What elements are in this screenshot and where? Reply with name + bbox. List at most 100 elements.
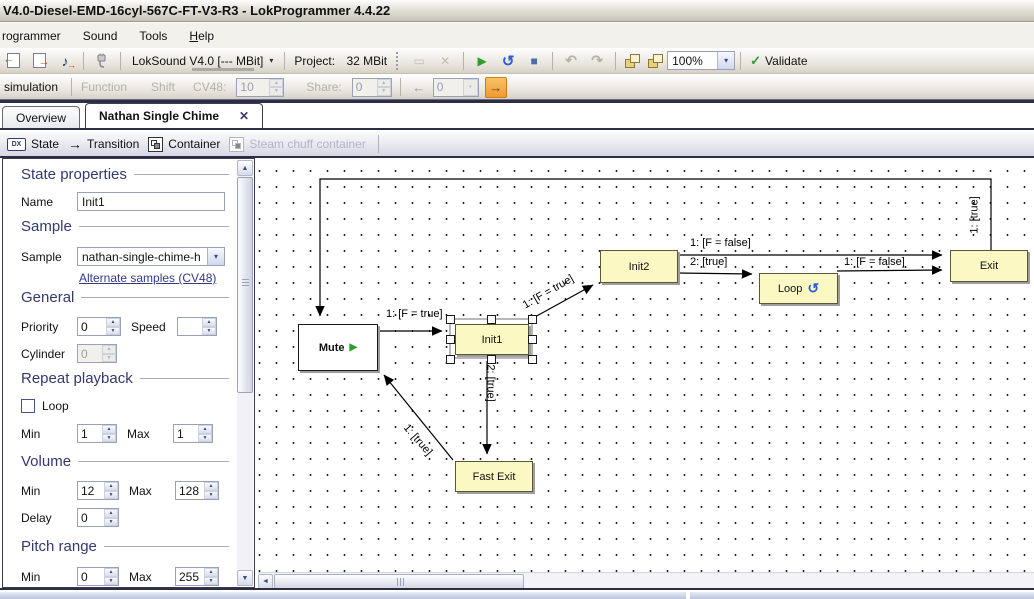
scroll-down-icon: ▼ bbox=[242, 575, 249, 582]
menu-programmer[interactable]: rogrammer bbox=[0, 25, 72, 47]
menu-tools[interactable]: Tools bbox=[128, 25, 178, 47]
spin-up-icon[interactable]: ▲ bbox=[104, 568, 118, 577]
panel-vertical-scrollbar[interactable]: ▲ ▼ bbox=[237, 160, 253, 586]
state-node-mute[interactable]: Mute ▶ bbox=[298, 324, 378, 371]
programmer-device-button[interactable] bbox=[89, 50, 115, 72]
selection-handle[interactable] bbox=[446, 335, 455, 344]
speed-stepper[interactable]: ▲▼ bbox=[177, 317, 217, 336]
play-button[interactable]: ▶ bbox=[469, 50, 495, 72]
selection-handle[interactable] bbox=[446, 355, 455, 364]
alternate-samples-link[interactable]: Alternate samples (CV48) bbox=[79, 271, 216, 285]
loop-playback-button[interactable]: ↺ bbox=[495, 50, 521, 72]
stop-button[interactable]: ■ bbox=[521, 50, 547, 72]
volume-max-stepper[interactable]: 128 ▲▼ bbox=[175, 481, 219, 500]
transition-label[interactable]: 1: [F = false] bbox=[690, 237, 751, 249]
add-container-tool[interactable]: Container bbox=[146, 135, 227, 154]
close-icon[interactable]: ✕ bbox=[239, 109, 249, 123]
priority-value[interactable]: 0 bbox=[78, 318, 106, 335]
step-forward-button[interactable]: → bbox=[485, 77, 507, 98]
repeat-max-stepper[interactable]: 1 ▲▼ bbox=[173, 424, 213, 443]
spin-down-icon[interactable]: ▼ bbox=[106, 327, 120, 336]
pitch-max-value[interactable]: 255 bbox=[176, 568, 204, 585]
spin-down-icon[interactable]: ▼ bbox=[204, 491, 218, 500]
selection-handle[interactable] bbox=[528, 315, 537, 324]
delay-stepper[interactable]: 0 ▲▼ bbox=[77, 508, 119, 527]
spin-down-icon[interactable]: ▼ bbox=[104, 491, 118, 500]
transition-label[interactable]: 1: [F = true] bbox=[386, 308, 443, 320]
pitch-min-stepper[interactable]: 0 ▲▼ bbox=[77, 567, 119, 586]
state-node-init2[interactable]: Init2 bbox=[600, 250, 678, 283]
open-file-button[interactable]: → bbox=[0, 50, 26, 72]
pitch-min-value[interactable]: 0 bbox=[78, 568, 104, 585]
priority-stepper[interactable]: 0 ▲▼ bbox=[77, 317, 121, 336]
chevron-down-icon[interactable]: ▾ bbox=[207, 248, 224, 265]
transition-label[interactable]: 2: [true] bbox=[485, 364, 497, 401]
spin-up-icon[interactable]: ▲ bbox=[198, 425, 212, 434]
selection-handle[interactable] bbox=[487, 315, 496, 324]
step-value: 0 bbox=[434, 79, 463, 96]
menu-help[interactable]: Help bbox=[178, 25, 225, 47]
loop-checkbox[interactable] bbox=[21, 399, 35, 413]
add-state-tool[interactable]: DX State bbox=[5, 135, 66, 153]
state-node-exit[interactable]: Exit bbox=[950, 250, 1028, 282]
spin-down-icon[interactable]: ▼ bbox=[104, 577, 118, 586]
device-selector-dropdown[interactable]: LokSound V4.0 [--- MBit] ▾ bbox=[126, 52, 279, 70]
spin-down-icon[interactable]: ▼ bbox=[198, 434, 212, 443]
tab-nathan-single-chime[interactable]: Nathan Single Chime ✕ bbox=[85, 103, 263, 128]
spin-down-icon[interactable]: ▼ bbox=[104, 518, 118, 527]
spin-up-icon[interactable]: ▲ bbox=[102, 425, 116, 434]
transition-label[interactable]: 1: [F = false] bbox=[844, 256, 905, 268]
spin-down-icon[interactable]: ▼ bbox=[202, 327, 216, 336]
export-sound-button[interactable]: ♪ → bbox=[52, 50, 78, 72]
spin-up-icon[interactable]: ▲ bbox=[104, 482, 118, 491]
scrollbar-thumb[interactable] bbox=[274, 574, 524, 589]
delay-value[interactable]: 0 bbox=[78, 509, 104, 526]
speed-value[interactable] bbox=[178, 318, 202, 335]
selection-handle[interactable] bbox=[528, 335, 537, 344]
step-back-button[interactable]: ← bbox=[409, 78, 429, 97]
transition-exit-to-mute[interactable] bbox=[320, 179, 991, 316]
state-node-init1[interactable]: Init1 bbox=[455, 324, 529, 355]
menu-sound[interactable]: Sound bbox=[72, 25, 129, 47]
spin-up-icon[interactable]: ▲ bbox=[202, 318, 216, 327]
scroll-up-button[interactable]: ▲ bbox=[237, 160, 253, 176]
toolbar-grip[interactable] bbox=[396, 52, 401, 70]
spin-up-icon[interactable]: ▲ bbox=[204, 568, 218, 577]
transition-label[interactable]: 2: [true] bbox=[690, 256, 727, 268]
tab-overview[interactable]: Overview bbox=[2, 106, 80, 128]
zoom-out-button[interactable] bbox=[621, 52, 644, 70]
volume-min-stepper[interactable]: 12 ▲▼ bbox=[77, 481, 119, 500]
scroll-left-button[interactable]: ◄ bbox=[258, 574, 273, 589]
volume-max-value[interactable]: 128 bbox=[176, 482, 204, 499]
validate-button[interactable]: ✓ Validate bbox=[746, 51, 811, 71]
scrollbar-thumb[interactable] bbox=[237, 177, 253, 393]
spin-down-icon[interactable]: ▼ bbox=[102, 434, 116, 443]
transition-init2-to-loop[interactable] bbox=[677, 273, 752, 274]
name-input[interactable]: Init1 bbox=[77, 192, 225, 211]
state-diagram-canvas[interactable]: Mute ▶ Init1 Init2 Loop ↺ Exit Fast Exit… bbox=[256, 158, 1034, 590]
spin-up-icon[interactable]: ▲ bbox=[104, 509, 118, 518]
selection-handle[interactable] bbox=[446, 315, 455, 324]
zoom-in-button[interactable] bbox=[644, 52, 667, 70]
selection-handle[interactable] bbox=[487, 355, 496, 364]
spin-down-icon[interactable]: ▼ bbox=[204, 577, 218, 586]
spin-up-icon[interactable]: ▲ bbox=[204, 482, 218, 491]
state-node-loop[interactable]: Loop ↺ bbox=[759, 273, 838, 304]
canvas-horizontal-scrollbar[interactable]: ◄ bbox=[258, 572, 1034, 589]
export-file-button[interactable]: → bbox=[26, 50, 52, 72]
repeat-min-stepper[interactable]: 1 ▲▼ bbox=[77, 424, 117, 443]
spin-up-icon[interactable]: ▲ bbox=[106, 318, 120, 327]
repeat-min-value[interactable]: 1 bbox=[78, 425, 102, 442]
chevron-down-icon[interactable]: ▾ bbox=[717, 52, 734, 69]
transition-label[interactable]: 1: [true] bbox=[969, 196, 981, 233]
sample-dropdown[interactable]: nathan-single-chime-h ▾ bbox=[77, 247, 225, 266]
volume-min-value[interactable]: 12 bbox=[78, 482, 104, 499]
transition-loop-to-exit[interactable] bbox=[837, 270, 942, 271]
zoom-level-combobox[interactable]: 100% ▾ bbox=[667, 51, 735, 70]
selection-handle[interactable] bbox=[528, 355, 537, 364]
scroll-down-button[interactable]: ▼ bbox=[237, 570, 253, 586]
pitch-max-stepper[interactable]: 255 ▲▼ bbox=[175, 567, 219, 586]
state-node-fast-exit[interactable]: Fast Exit bbox=[455, 461, 533, 492]
repeat-max-value[interactable]: 1 bbox=[174, 425, 198, 442]
add-transition-tool[interactable]: → Transition bbox=[66, 134, 146, 154]
